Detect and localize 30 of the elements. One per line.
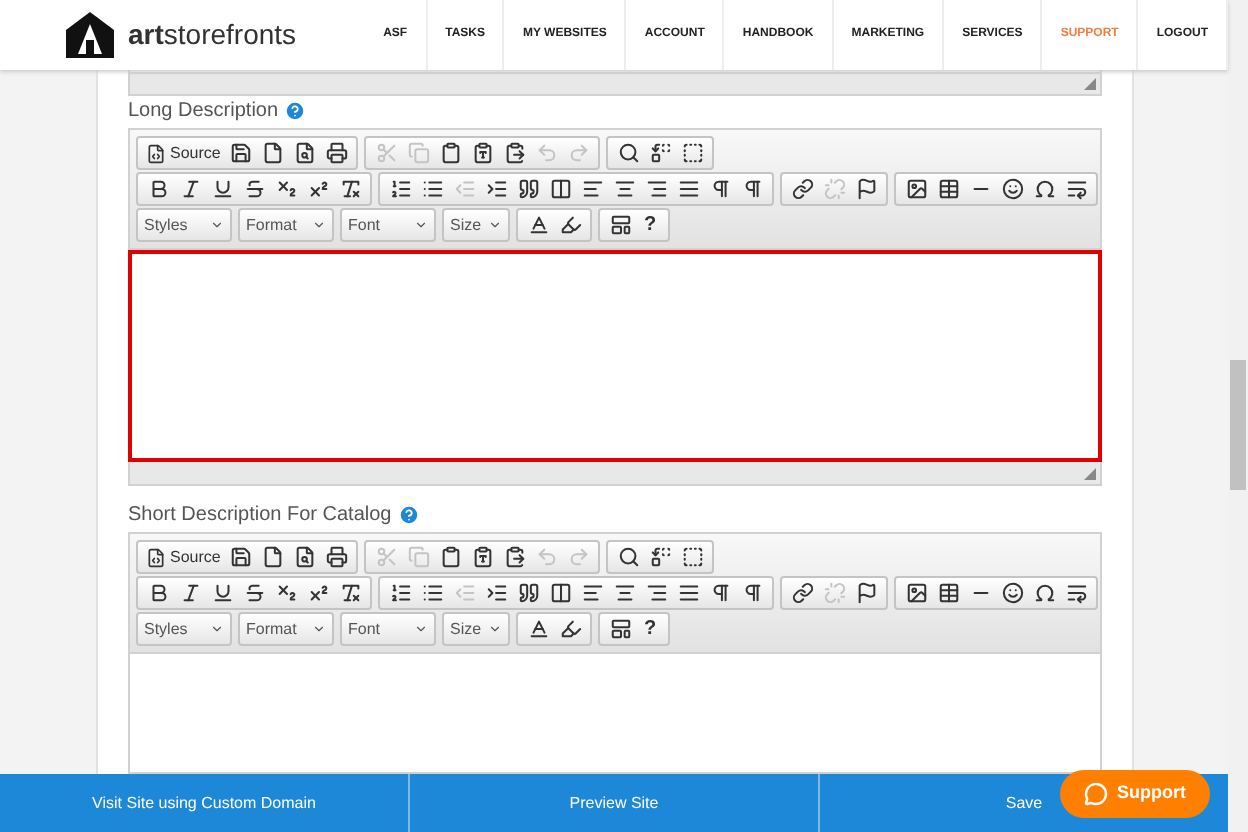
caret-icon bbox=[414, 622, 428, 636]
chat-bubble-icon bbox=[1083, 782, 1107, 806]
format-dropdown[interactable]: Format bbox=[238, 612, 334, 646]
caret-icon bbox=[210, 622, 224, 636]
field-label: Long Description bbox=[128, 101, 279, 121]
resize-grip-icon[interactable] bbox=[1084, 78, 1096, 91]
caret-icon bbox=[414, 218, 428, 232]
caret-icon bbox=[210, 218, 224, 232]
logo-icon bbox=[64, 9, 116, 61]
caret-icon bbox=[312, 622, 326, 636]
format-dropdown[interactable]: Font bbox=[340, 612, 436, 646]
format-dropdown[interactable]: Size bbox=[442, 208, 510, 242]
format-dropdown[interactable]: Size bbox=[442, 612, 510, 646]
resize-grip-icon[interactable] bbox=[1084, 468, 1096, 480]
footer-button[interactable]: Preview Site bbox=[408, 774, 818, 832]
source-icon bbox=[146, 547, 166, 567]
format-dropdown[interactable]: Font bbox=[340, 208, 436, 242]
editor-content-area[interactable] bbox=[128, 250, 1102, 462]
caret-icon bbox=[312, 218, 326, 232]
logo-text: artstorefronts bbox=[128, 16, 297, 54]
help-icon[interactable] bbox=[284, 100, 307, 122]
format-dropdown[interactable]: Format bbox=[238, 208, 334, 242]
format-dropdown[interactable]: Styles bbox=[136, 208, 232, 242]
format-dropdown[interactable]: Styles bbox=[136, 612, 232, 646]
help-icon[interactable] bbox=[397, 504, 420, 526]
footer-button[interactable]: Visit Site using Custom Domain bbox=[0, 774, 408, 832]
field-label: Short Description For Catalog bbox=[128, 505, 392, 525]
caret-icon bbox=[488, 622, 502, 636]
source-icon bbox=[146, 143, 166, 163]
caret-icon bbox=[488, 218, 502, 232]
